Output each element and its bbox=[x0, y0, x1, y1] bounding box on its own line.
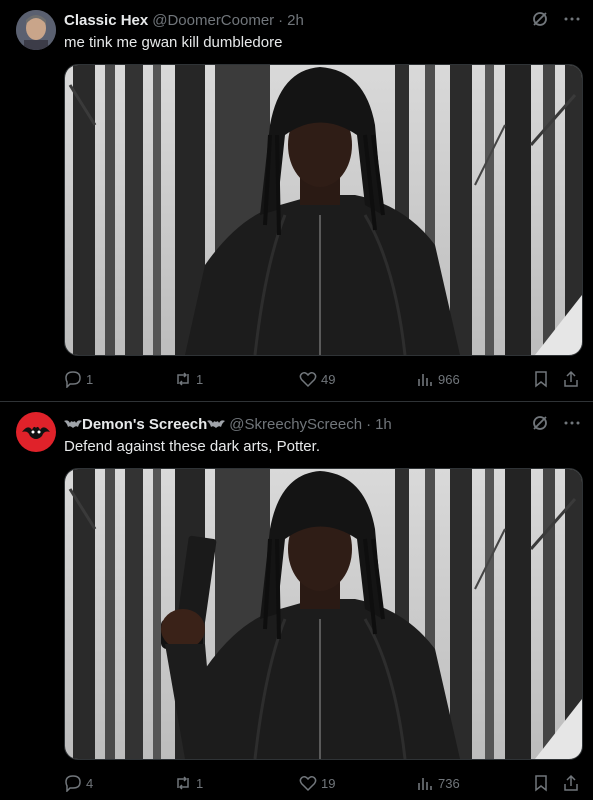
like-button[interactable]: 19 bbox=[299, 773, 335, 793]
repost-button[interactable]: 1 bbox=[174, 369, 203, 389]
reply-count: 4 bbox=[86, 775, 94, 791]
timestamp[interactable]: 1h bbox=[375, 416, 392, 433]
repost-count: 1 bbox=[196, 775, 204, 791]
user-handle[interactable]: @SkreechyScreech bbox=[229, 416, 362, 433]
timestamp[interactable]: 2h bbox=[287, 12, 304, 29]
display-name[interactable]: Classic Hex bbox=[64, 12, 148, 29]
repost-icon bbox=[177, 372, 189, 386]
tweet-actions: 4 1 19 736 bbox=[64, 773, 581, 793]
like-count: 49 bbox=[321, 371, 336, 387]
views-count: 736 bbox=[438, 775, 460, 791]
views-button[interactable]: 966 bbox=[416, 369, 460, 389]
reply-button[interactable]: 4 bbox=[64, 773, 93, 793]
reply-icon bbox=[65, 371, 81, 388]
reply-icon bbox=[65, 775, 81, 792]
bat-icon bbox=[207, 417, 226, 432]
repost-button[interactable]: 1 bbox=[174, 773, 203, 793]
reply-count: 1 bbox=[86, 371, 94, 387]
tweet-header: Demon's Screech @SkreechyScreech · 1h bbox=[64, 414, 392, 434]
bookmark-button[interactable] bbox=[532, 773, 550, 793]
more-options-icon[interactable] bbox=[563, 10, 581, 33]
views-button[interactable]: 736 bbox=[416, 773, 460, 793]
like-button[interactable]: 49 bbox=[299, 369, 335, 389]
bookmark-icon bbox=[535, 775, 547, 792]
share-icon bbox=[564, 774, 578, 791]
repost-icon bbox=[177, 776, 189, 790]
bat-icon bbox=[64, 417, 82, 432]
tweet-actions: 1 1 49 966 bbox=[64, 369, 581, 389]
avatar[interactable] bbox=[16, 10, 56, 50]
tweet-1[interactable]: Classic Hex @DoomerCoomer · 2h me tink m… bbox=[0, 0, 593, 400]
heart-icon bbox=[299, 776, 317, 792]
more-options-icon[interactable] bbox=[563, 414, 581, 437]
share-icon bbox=[564, 370, 578, 387]
like-count: 19 bbox=[321, 775, 336, 791]
bookmark-icon bbox=[535, 371, 547, 388]
views-count: 966 bbox=[438, 371, 460, 387]
repost-count: 1 bbox=[196, 371, 204, 387]
tweet-header: Classic Hex @DoomerCoomer · 2h bbox=[64, 10, 304, 30]
views-chart-icon bbox=[418, 374, 432, 386]
separator: · bbox=[278, 11, 284, 29]
tweet-text: me tink me gwan kill dumbledore bbox=[64, 34, 283, 51]
grok-icon[interactable] bbox=[531, 10, 549, 33]
tweet-text: Defend against these dark arts, Potter. bbox=[64, 438, 320, 455]
heart-icon bbox=[299, 372, 317, 388]
share-button[interactable] bbox=[562, 773, 580, 793]
tweet-media-image[interactable] bbox=[64, 468, 583, 760]
separator: · bbox=[366, 415, 372, 433]
user-handle[interactable]: @DoomerCoomer bbox=[152, 12, 274, 29]
share-button[interactable] bbox=[562, 369, 580, 389]
views-chart-icon bbox=[418, 778, 432, 790]
tweet-media-image[interactable] bbox=[64, 64, 583, 356]
avatar[interactable] bbox=[16, 412, 56, 452]
tweet-2[interactable]: Demon's Screech @SkreechyScreech · 1h De… bbox=[0, 402, 593, 800]
reply-button[interactable]: 1 bbox=[64, 369, 93, 389]
grok-icon[interactable] bbox=[531, 414, 549, 437]
display-name[interactable]: Demon's Screech bbox=[82, 416, 207, 433]
tweet-top-icons bbox=[531, 10, 581, 33]
bookmark-button[interactable] bbox=[532, 369, 550, 389]
tweet-top-icons bbox=[531, 414, 581, 437]
